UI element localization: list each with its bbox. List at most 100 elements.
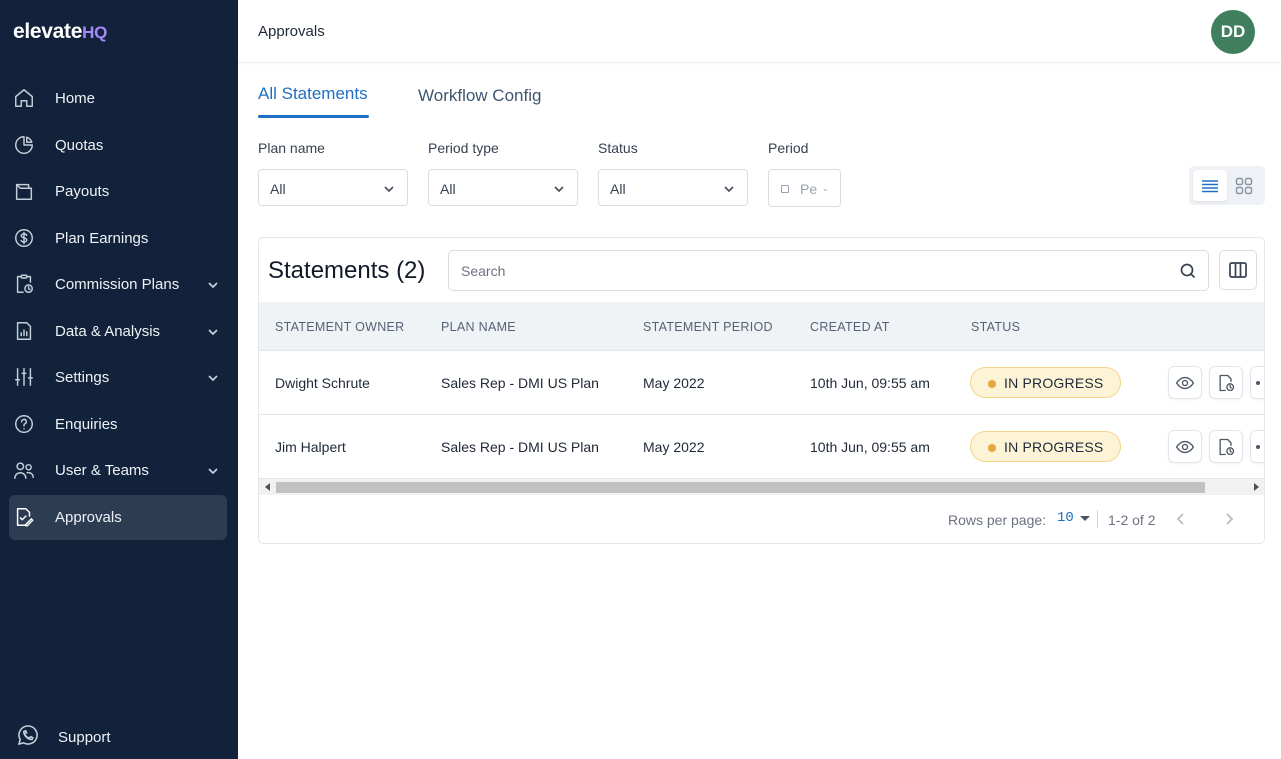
sidebar-item-label: Payouts — [55, 183, 110, 200]
more-actions-button[interactable] — [1250, 366, 1264, 399]
columns-icon — [1229, 262, 1247, 278]
table-row[interactable]: Dwight Schrute Sales Rep - DMI US Plan M… — [259, 351, 1264, 415]
view-toggle — [1189, 166, 1265, 205]
period-placeholder: Per — [800, 181, 818, 197]
scroll-right-arrow[interactable] — [1254, 483, 1259, 491]
search-input[interactable] — [449, 251, 1169, 290]
column-header-statement-owner[interactable]: STATEMENT OWNER — [275, 320, 405, 334]
eye-icon — [1176, 376, 1194, 389]
chevron-down-icon — [553, 182, 565, 194]
tab-workflow-config[interactable]: Workflow Config — [418, 86, 541, 106]
more-icon — [1256, 444, 1260, 449]
sidebar-item-plan-earnings[interactable]: Plan Earnings — [9, 216, 227, 261]
sidebar: elevateHQ Home Quotas Payouts Plan Earni… — [0, 0, 238, 759]
status-badge: IN PROGRESS — [970, 431, 1121, 462]
pie-chart-icon — [13, 134, 35, 156]
sidebar-item-approvals[interactable]: Approvals — [9, 494, 227, 540]
column-header-statement-period[interactable]: STATEMENT PERIOD — [643, 320, 773, 334]
active-tab-indicator — [258, 115, 369, 118]
chevron-down-icon — [383, 182, 395, 194]
sidebar-item-label: User & Teams — [55, 462, 149, 479]
created-at-cell: 10th Jun, 09:55 am — [810, 439, 930, 455]
sidebar-item-payouts[interactable]: Payouts — [9, 169, 227, 214]
sidebar-item-label: Approvals — [55, 508, 122, 526]
document-clock-icon — [1219, 374, 1235, 391]
users-icon — [13, 459, 35, 481]
statement-period-cell: May 2022 — [643, 439, 705, 455]
horizontal-scrollbar[interactable] — [259, 479, 1264, 495]
period-picker[interactable]: Per ⌄ — [768, 169, 841, 207]
eye-icon — [1176, 440, 1194, 453]
caret-down-icon[interactable] — [1080, 516, 1090, 521]
chevron-down-icon — [723, 182, 735, 194]
sidebar-item-label: Quotas — [55, 136, 104, 154]
statement-history-button[interactable] — [1209, 430, 1243, 463]
column-header-status[interactable]: STATUS — [971, 320, 1020, 334]
table-row[interactable]: Jim Halpert Sales Rep - DMI US Plan May … — [259, 415, 1264, 479]
top-header: Approvals DD — [238, 0, 1281, 63]
view-statement-button[interactable] — [1168, 366, 1202, 399]
statements-card: Statements (2) STATEMENT OWNER PLAN NAME… — [258, 237, 1265, 544]
dollar-circle-icon — [13, 227, 35, 249]
statement-owner-cell: Dwight Schrute — [275, 375, 370, 391]
more-icon — [1256, 380, 1260, 385]
scrollbar-thumb[interactable] — [276, 482, 1205, 493]
chevron-left-icon — [1176, 513, 1184, 525]
pagination-divider — [1097, 510, 1098, 528]
plan-name-select[interactable]: All — [258, 169, 408, 206]
grid-view-icon — [1235, 177, 1253, 194]
chevron-down-icon — [207, 464, 219, 476]
rows-per-page-label: Rows per page: — [948, 512, 1047, 528]
chevron-down-icon — [207, 278, 219, 290]
next-page-button[interactable] — [1220, 510, 1238, 528]
status-badge: IN PROGRESS — [970, 367, 1121, 398]
sidebar-item-quotas[interactable]: Quotas — [9, 123, 227, 168]
scroll-left-arrow[interactable] — [265, 483, 270, 491]
status-dot — [988, 444, 996, 452]
question-circle-icon — [13, 413, 35, 435]
statement-period-cell: May 2022 — [643, 375, 705, 391]
sidebar-item-data-analysis[interactable]: Data & Analysis — [9, 309, 227, 354]
chevron-down-icon: ⌄ — [822, 184, 829, 193]
sidebar-item-label: Data & Analysis — [55, 322, 161, 340]
period-type-filter-label: Period type — [428, 140, 499, 156]
sidebar-item-home[interactable]: Home — [9, 76, 227, 121]
chevron-right-icon — [1226, 513, 1234, 525]
view-statement-button[interactable] — [1168, 430, 1202, 463]
wallet-icon — [13, 180, 35, 202]
more-actions-button[interactable] — [1250, 430, 1264, 463]
statement-history-button[interactable] — [1209, 366, 1243, 399]
sidebar-item-label: Commission Plans — [55, 276, 180, 293]
status-badge-label: IN PROGRESS — [1004, 375, 1104, 391]
period-filter-label: Period — [768, 140, 809, 156]
sidebar-item-settings[interactable]: Settings — [9, 355, 227, 400]
search-icon[interactable] — [1180, 263, 1196, 279]
app-logo[interactable]: elevateHQ — [13, 20, 107, 44]
sidebar-item-label: Enquiries — [55, 415, 118, 433]
columns-toggle-button[interactable] — [1219, 250, 1257, 290]
plan-name-value: All — [270, 181, 286, 197]
list-view-button[interactable] — [1193, 170, 1227, 201]
sidebar-item-user-teams[interactable]: User & Teams — [9, 448, 227, 493]
support-link[interactable]: Support — [16, 724, 111, 750]
rows-per-page-select[interactable]: 10 — [1057, 510, 1074, 526]
status-select[interactable]: All — [598, 169, 748, 206]
column-header-plan-name[interactable]: PLAN NAME — [441, 320, 516, 334]
tab-all-statements[interactable]: All Statements — [258, 84, 368, 104]
sidebar-item-enquiries[interactable]: Enquiries — [9, 402, 227, 447]
chevron-down-icon — [207, 371, 219, 383]
list-view-icon — [1202, 179, 1218, 192]
column-header-created-at[interactable]: CREATED AT — [810, 320, 890, 334]
calendar-icon — [781, 185, 789, 193]
sidebar-item-label: Plan Earnings — [55, 229, 149, 247]
sidebar-item-commission-plans[interactable]: Commission Plans — [9, 262, 227, 307]
document-check-icon — [13, 506, 35, 528]
previous-page-button[interactable] — [1172, 510, 1190, 528]
grid-view-button[interactable] — [1227, 170, 1261, 201]
avatar[interactable]: DD — [1211, 10, 1255, 54]
sidebar-item-label: Settings — [55, 369, 110, 386]
clipboard-clock-icon — [13, 273, 35, 295]
document-chart-icon — [13, 320, 35, 342]
page-title: Approvals — [258, 23, 325, 40]
period-type-select[interactable]: All — [428, 169, 578, 206]
